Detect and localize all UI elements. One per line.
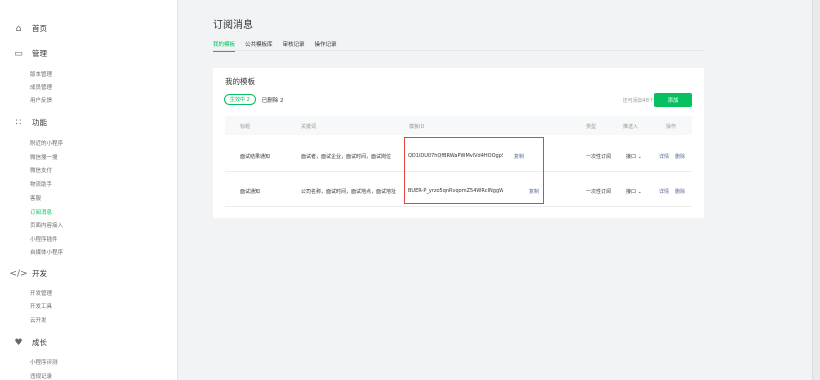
add-template-button[interactable]: 添加	[654, 93, 692, 107]
column-header-title: 标题	[240, 124, 251, 130]
filter-bar: 生效中 2 已删除 2	[224, 94, 284, 105]
sidebar-section-label: 成长	[32, 338, 47, 347]
scrollbar[interactable]	[812, 0, 820, 380]
detail-link[interactable]: 详情	[659, 153, 669, 160]
sidebar-item-review[interactable]: 小程序评测	[30, 358, 58, 366]
sidebar-item-plugin[interactable]: 小程序插件	[30, 235, 58, 243]
push-select[interactable]: 接口 ⌄	[626, 153, 642, 160]
sidebar-item-search[interactable]: 微信搜一搜	[30, 153, 58, 161]
page-title: 订阅消息	[213, 20, 253, 31]
sidebar-section-features[interactable]: ∷ 功能	[13, 117, 47, 128]
sidebar: ⌂ 首页 ▭ 管理 版本管理 成员管理 用户反馈 ∷ 功能 附近的小程序 微信搜…	[0, 0, 178, 380]
filter-deleted-button[interactable]: 已删除 2	[262, 96, 284, 104]
quota-hint: 还可添加48个	[622, 98, 654, 104]
sidebar-section-manage[interactable]: ▭ 管理	[13, 48, 47, 59]
sidebar-section-label: 管理	[32, 49, 47, 58]
sidebar-item-pay[interactable]: 微信支付	[30, 166, 52, 174]
push-select[interactable]: 接口 ⌄	[626, 188, 642, 195]
sidebar-item-content[interactable]: 页面内容接入	[30, 221, 63, 229]
chevron-down-icon: ⌄	[637, 154, 642, 160]
sidebar-item-members[interactable]: 成员管理	[30, 83, 52, 91]
column-header-actions: 操作	[666, 124, 677, 130]
column-header-push: 推送入	[623, 124, 639, 130]
cell-title: 面试结果通知	[240, 154, 271, 160]
push-select-label: 接口	[626, 154, 637, 160]
sidebar-item-devmanage[interactable]: 开发管理	[30, 289, 52, 297]
tabs-divider	[213, 50, 704, 51]
delete-link[interactable]: 删除	[675, 153, 685, 160]
growth-icon: ♥	[14, 337, 23, 348]
column-header-template-id: 模板ID	[409, 124, 425, 130]
sidebar-section-label: 功能	[32, 118, 47, 127]
table-header: 标题 关键词 模板ID 类型 推送入 操作	[225, 116, 692, 135]
delete-link[interactable]: 删除	[675, 188, 685, 195]
filter-active-button[interactable]: 生效中 2	[224, 94, 256, 105]
detail-link[interactable]: 详情	[659, 188, 669, 195]
cell-keywords: 公司名称，面试时间，面试地点，面试地址	[301, 189, 397, 195]
sidebar-section-growth[interactable]: ♥ 成长	[13, 337, 47, 348]
cell-type: 一次性订阅	[586, 189, 612, 195]
sidebar-item-feedback[interactable]: 用户反馈	[30, 96, 52, 104]
push-select-label: 接口	[626, 189, 637, 195]
sidebar-section-develop[interactable]: </> 开发	[9, 268, 47, 279]
card-title: 我的模板	[225, 77, 255, 86]
sidebar-item-violation[interactable]: 违规记录	[30, 372, 52, 380]
sidebar-item-media[interactable]: 自媒体小程序	[30, 248, 63, 256]
column-header-keywords: 关键词	[301, 124, 317, 130]
sidebar-section-label: 开发	[32, 269, 47, 278]
cell-title: 面试通知	[240, 189, 261, 195]
grid-icon: ∷	[15, 117, 22, 128]
chevron-down-icon: ⌄	[637, 189, 642, 195]
sidebar-item-label: 首页	[32, 24, 47, 33]
sidebar-item-home[interactable]: ⌂ 首页	[13, 23, 47, 34]
home-icon: ⌂	[15, 23, 22, 34]
sidebar-item-subscribe[interactable]: 订阅消息	[30, 208, 52, 216]
template-id-highlight-box	[404, 137, 544, 204]
sidebar-item-version[interactable]: 版本管理	[30, 70, 52, 78]
sidebar-item-cloud[interactable]: 云开发	[30, 316, 47, 324]
sidebar-item-service[interactable]: 客服	[30, 194, 41, 202]
monitor-icon: ▭	[14, 48, 23, 59]
sidebar-item-nearby[interactable]: 附近的小程序	[30, 139, 63, 147]
sidebar-item-logistics[interactable]: 物流助手	[30, 180, 52, 188]
sidebar-item-devtools[interactable]: 开发工具	[30, 302, 52, 310]
code-icon: </>	[9, 268, 28, 279]
cell-type: 一次性订阅	[586, 154, 612, 160]
column-header-type: 类型	[586, 124, 597, 130]
cell-keywords: 面试者，面试企业，面试时间，面试岗位	[301, 154, 392, 160]
